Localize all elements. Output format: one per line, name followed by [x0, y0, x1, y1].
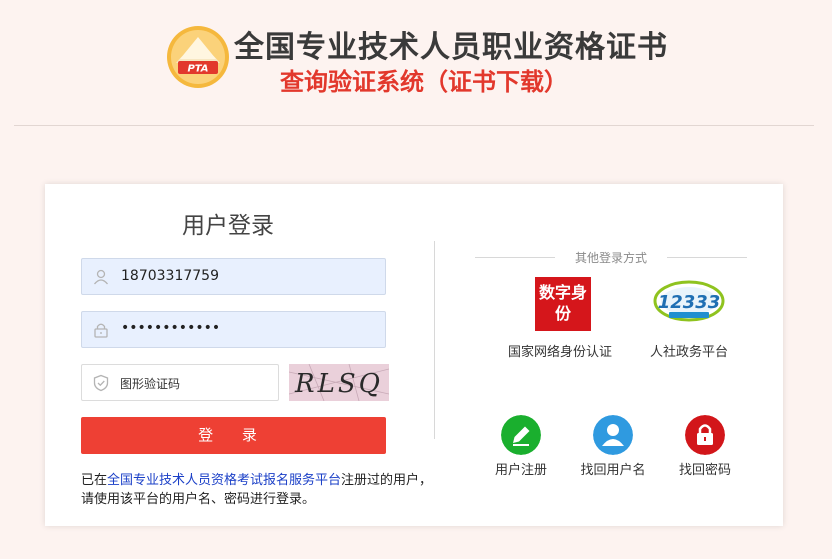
lock-icon	[685, 415, 725, 455]
edit-icon	[501, 415, 541, 455]
username-field[interactable]: 18703317759	[81, 258, 386, 295]
user-icon	[93, 269, 109, 285]
shield-icon	[93, 374, 109, 392]
note-prefix: 已在	[81, 473, 108, 488]
digital-id-icon: 数字身份	[535, 277, 591, 331]
login-note: 已在全国专业技术人员资格考试报名服务平台注册过的用户，请使用该平台的用户名、密码…	[81, 471, 441, 509]
captcha-text: RLSQ	[294, 369, 383, 399]
other-login-header: 其他登录方式	[475, 248, 747, 266]
logo-text: PTA	[187, 64, 208, 75]
username-value: 18703317759	[121, 268, 219, 284]
captcha-input[interactable]: 图形验证码	[81, 364, 279, 401]
user-icon	[593, 415, 633, 455]
login-button[interactable]: 登 录	[81, 417, 386, 454]
lock-icon	[94, 323, 108, 338]
password-value: ••••••••••••	[121, 320, 221, 336]
recover-username-label: 找回用户名	[580, 463, 646, 478]
captcha-image[interactable]: RLSQ	[289, 364, 389, 401]
password-field[interactable]: ••••••••••••	[81, 311, 386, 348]
pta-logo: PTA	[167, 26, 229, 88]
vertical-divider	[434, 241, 435, 439]
provider-label: 国家网络身份认证	[507, 345, 612, 360]
recover-password-label: 找回密码	[678, 463, 731, 478]
page-title: 全国专业技术人员职业资格证书	[234, 30, 668, 65]
registration-platform-link[interactable]: 全国专业技术人员资格考试报名服务平台	[107, 473, 341, 488]
svg-text:12333: 12333	[658, 292, 721, 313]
login-title: 用户登录	[182, 213, 274, 239]
page-header: PTA 全国专业技术人员职业资格证书 查询验证系统（证书下载）	[0, 0, 832, 125]
page-subtitle: 查询验证系统（证书下载）	[280, 68, 568, 96]
captcha-placeholder: 图形验证码	[120, 377, 181, 391]
12333-icon: 12333	[653, 280, 725, 322]
header-divider	[14, 125, 814, 126]
register-label: 用户注册	[494, 463, 547, 478]
provider-label: 人社政务平台	[649, 345, 728, 360]
login-card: 用户登录 18703317759 •••••••••••• 图形验证码 RLSQ…	[45, 184, 783, 526]
